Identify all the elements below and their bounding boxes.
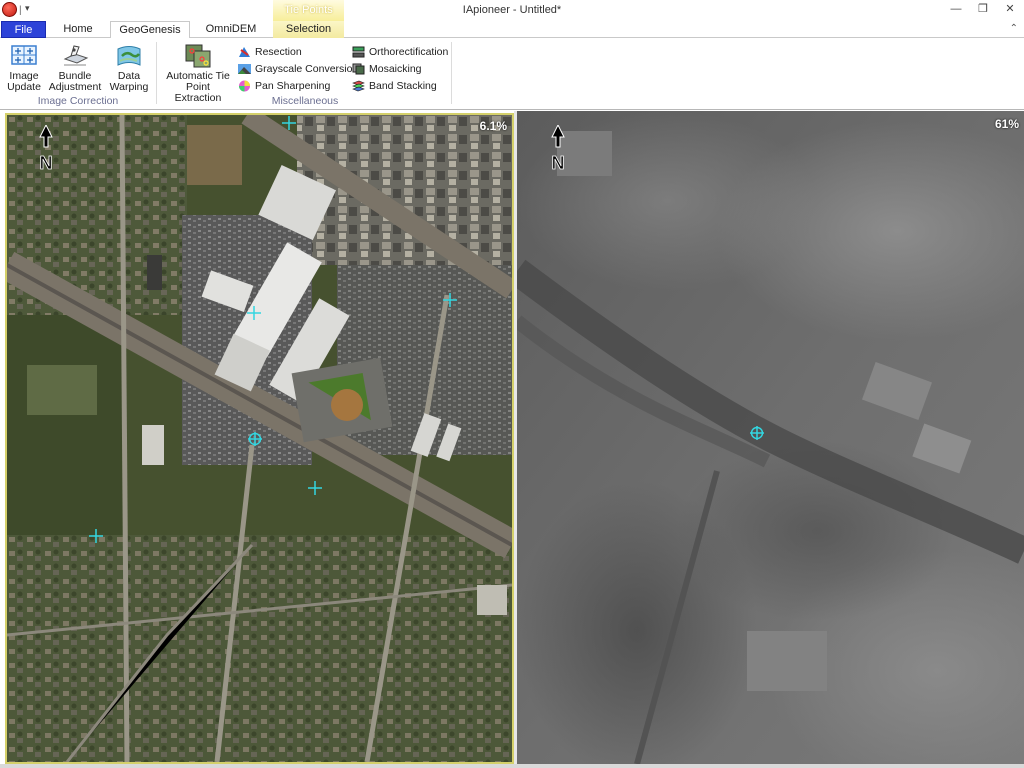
pan-sharpening-label: Pan Sharpening xyxy=(255,80,331,92)
tie-point-marker[interactable] xyxy=(247,306,261,320)
grayscale-conversion-button[interactable]: Grayscale Conversion xyxy=(238,61,358,77)
status-strip xyxy=(0,764,1024,768)
minimize-button[interactable]: — xyxy=(947,2,965,16)
image-view-right[interactable]: 61% N xyxy=(517,111,1024,764)
group-divider xyxy=(451,42,452,104)
tie-point-marker[interactable] xyxy=(308,481,322,495)
tab-omnidem[interactable]: OmniDEM xyxy=(195,21,267,38)
tie-point-selected-marker[interactable] xyxy=(750,426,764,440)
group-divider xyxy=(156,42,157,104)
group-label-image-correction: Image Correction xyxy=(37,95,119,107)
bundle-adjustment-icon xyxy=(61,43,89,69)
image-update-button[interactable]: Image Update xyxy=(5,43,43,93)
grayscale-conversion-label: Grayscale Conversion xyxy=(255,63,359,75)
mosaicking-icon xyxy=(352,63,365,75)
tab-file[interactable]: File xyxy=(1,21,46,38)
tie-point-marker[interactable] xyxy=(282,116,296,130)
data-warping-label-2: Warping xyxy=(109,81,149,93)
tab-home[interactable]: Home xyxy=(52,21,104,38)
image-update-icon xyxy=(10,43,38,69)
close-button[interactable]: ✕ xyxy=(1001,2,1019,16)
bundle-adjustment-label-2: Adjustment xyxy=(48,81,102,93)
zoom-level-right: 61% xyxy=(994,117,1019,131)
north-label-left: N xyxy=(40,153,53,173)
band-stacking-icon xyxy=(352,80,365,92)
data-warping-icon xyxy=(115,43,143,69)
north-arrow-right: N xyxy=(547,125,569,173)
tie-point-marker[interactable] xyxy=(89,529,103,543)
orthorectification-label: Orthorectification xyxy=(369,46,449,58)
resection-icon xyxy=(238,46,251,58)
resection-label: Resection xyxy=(255,46,302,58)
resection-button[interactable]: Resection xyxy=(238,44,302,60)
tab-selection[interactable]: Selection xyxy=(273,21,344,38)
grayscale-icon xyxy=(238,63,251,75)
restore-button[interactable]: ❐ xyxy=(974,2,992,16)
image-update-label-2: Update xyxy=(7,81,41,93)
group-label-miscellaneous: Miscellaneous xyxy=(271,95,339,107)
tie-point-marker[interactable] xyxy=(443,293,457,307)
dem-image xyxy=(517,111,1024,764)
orthorectification-button[interactable]: Orthorectification xyxy=(352,44,448,60)
data-warping-button[interactable]: Data Warping xyxy=(107,43,151,93)
mosaicking-label: Mosaicking xyxy=(369,63,422,75)
zoom-level-left: 6.1% xyxy=(479,119,507,133)
tie-point-extraction-icon xyxy=(184,43,212,69)
orthorectification-icon xyxy=(352,46,365,58)
ribbon: Image Update Bundle Adjustment Data Warp… xyxy=(0,38,1024,110)
tie-point-selected-marker[interactable] xyxy=(248,432,262,446)
image-view-left[interactable]: 6.1% N xyxy=(5,113,514,764)
group-miscellaneous: Automatic Tie Point Extraction Resection… xyxy=(160,40,450,108)
group-image-correction: Image Update Bundle Adjustment Data Warp… xyxy=(3,40,153,108)
tab-geogenesis[interactable]: GeoGenesis xyxy=(110,21,190,39)
mosaicking-button[interactable]: Mosaicking xyxy=(352,61,422,77)
window-title: IApioneer - Untitled* xyxy=(462,4,562,16)
bundle-adjustment-button[interactable]: Bundle Adjustment xyxy=(47,43,103,93)
pan-sharpening-button[interactable]: Pan Sharpening xyxy=(238,78,330,94)
ribbon-collapse-icon[interactable]: ⌃ xyxy=(1010,23,1018,34)
north-arrow-left: N xyxy=(35,125,57,173)
band-stacking-label: Band Stacking xyxy=(369,80,437,92)
title-bar: | ▾ Tie Points IApioneer - Untitled* — ❐… xyxy=(0,0,1024,21)
pan-sharpening-icon xyxy=(238,80,251,92)
ribbon-tabs: File Home GeoGenesis OmniDEM Selection ⌃ xyxy=(0,21,1024,39)
north-label-right: N xyxy=(552,153,565,173)
band-stacking-button[interactable]: Band Stacking xyxy=(352,78,437,94)
